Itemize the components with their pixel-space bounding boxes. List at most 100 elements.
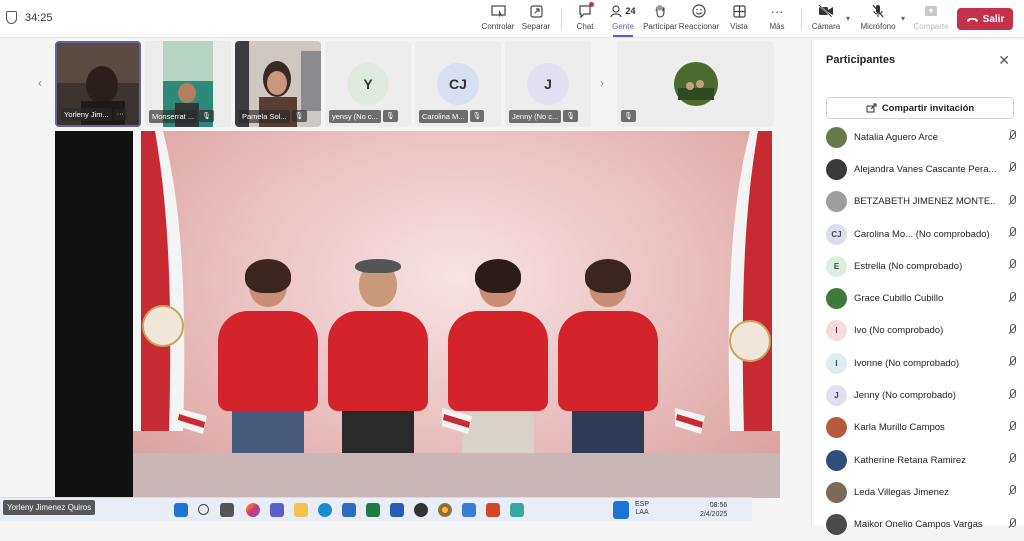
- mic-button[interactable]: Micrófono: [858, 3, 898, 35]
- chevron-right-icon[interactable]: ›: [600, 76, 604, 90]
- participant-row[interactable]: Natalia Aguero Arce: [826, 121, 1016, 153]
- tile-name: Monserrat ...: [149, 109, 198, 123]
- clock[interactable]: 08:56 2/4/2025: [700, 501, 727, 519]
- participant-name: Katherine Retana Ramirez: [854, 454, 966, 466]
- chevron-down-icon[interactable]: ▾: [846, 14, 850, 23]
- mic-off-icon: [1008, 227, 1016, 241]
- participant-row[interactable]: I Ivo (No comprobado): [826, 315, 1016, 347]
- share-invite-button[interactable]: Compartir invitación: [826, 97, 1014, 119]
- mic-off-icon: [1008, 130, 1016, 144]
- participant-row[interactable]: Leda Villegas Jimenez: [826, 476, 1016, 508]
- participant-row[interactable]: E Estrella (No comprobado): [826, 250, 1016, 282]
- excel-icon[interactable]: [366, 503, 380, 517]
- raise-hand-button[interactable]: Participar: [643, 3, 677, 35]
- people-button[interactable]: 24 Gente: [605, 3, 641, 37]
- more-button[interactable]: ··· Más: [764, 3, 790, 35]
- avatar: CJ: [826, 223, 847, 245]
- flag-image: [728, 131, 780, 431]
- edge-icon[interactable]: [318, 503, 332, 517]
- more-options-icon[interactable]: ···: [113, 108, 127, 120]
- participant-list: Natalia Aguero Arce Alejandra Vanes Casca…: [826, 121, 1016, 541]
- participant-row[interactable]: BETZABETH JIMENEZ MONTE...: [826, 186, 1016, 218]
- app-icon[interactable]: [510, 503, 524, 517]
- participant-row[interactable]: Grace Cubillo Cubillo: [826, 282, 1016, 314]
- participant-name: Karla Murillo Campos: [854, 422, 945, 434]
- participant-row[interactable]: Katherine Retana Ramirez: [826, 444, 1016, 476]
- chrome-icon[interactable]: [438, 503, 452, 517]
- mic-off-icon: 🎙: [563, 110, 579, 122]
- presenter-name-tag: Yorleny Jimenez Quiros: [3, 500, 96, 515]
- participant-row[interactable]: Karla Murillo Campos: [826, 412, 1016, 444]
- participant-tile[interactable]: Yorleny Jim... ···: [55, 41, 141, 127]
- search-icon[interactable]: [198, 504, 209, 515]
- windows-start-icon[interactable]: [174, 503, 188, 517]
- participants-panel: Participantes ✕ Compartir invitación Nat…: [811, 40, 1024, 536]
- mic-off-icon: 🎙: [469, 110, 485, 122]
- mic-off-icon: [1008, 291, 1016, 306]
- participant-row[interactable]: CJ Carolina Mo... (No comprobado): [826, 218, 1016, 250]
- copilot-icon[interactable]: [246, 503, 260, 517]
- share-screen-icon: [923, 3, 939, 19]
- participant-row[interactable]: Alejandra Vanes Cascante Pera...: [826, 153, 1016, 185]
- popout-button[interactable]: Separar: [520, 3, 552, 35]
- person-figure: [213, 259, 323, 453]
- participant-name: Natalia Aguero Arce: [854, 131, 938, 143]
- avatar: [826, 126, 847, 148]
- table-flag: [442, 408, 472, 434]
- media-player-icon[interactable]: [414, 503, 428, 517]
- participant-row[interactable]: J Jenny (No comprobado): [826, 379, 1016, 411]
- participant-row[interactable]: I Ivonne (No comprobado): [826, 347, 1016, 379]
- folder-icon[interactable]: [294, 503, 308, 517]
- participant-name: Carolina Mo... (No comprobado): [854, 228, 990, 240]
- mic-off-icon: [870, 3, 886, 19]
- control-button[interactable]: Controlar: [481, 3, 515, 35]
- camera-button[interactable]: Cámara: [810, 3, 842, 35]
- close-icon[interactable]: ✕: [998, 52, 1010, 69]
- task-view-icon[interactable]: [220, 503, 234, 517]
- shared-video: ✕: [133, 131, 780, 498]
- participant-name: Ivonne (No comprobado): [854, 357, 960, 369]
- avatar: I: [826, 352, 847, 374]
- avatar: [826, 481, 847, 503]
- table-flag: [177, 408, 207, 434]
- avatar: J: [826, 385, 847, 407]
- more-dots-icon: ···: [770, 3, 784, 19]
- meeting-timer: 34:25: [25, 12, 53, 24]
- word-icon[interactable]: [390, 503, 404, 517]
- app-icon[interactable]: [462, 503, 476, 517]
- popout-icon: [528, 3, 544, 19]
- teams-icon[interactable]: [270, 503, 284, 517]
- grid-view-icon: [731, 3, 747, 19]
- share-button[interactable]: Comparte: [912, 3, 950, 35]
- participant-name: Jenny (No comprobado): [854, 390, 956, 402]
- people-count: 24: [625, 6, 636, 16]
- participant-tile[interactable]: 🎙: [617, 41, 774, 127]
- participant-tile[interactable]: Y yensy (No c... 🎙: [325, 41, 411, 127]
- react-button[interactable]: Reaccionar: [679, 3, 719, 35]
- powerpoint-icon[interactable]: [486, 503, 500, 517]
- leave-button[interactable]: Salir: [957, 8, 1013, 30]
- participant-tile[interactable]: J Jenny (No c... 🎙: [505, 41, 591, 127]
- avatar: [826, 191, 847, 213]
- chevron-left-icon[interactable]: ‹: [38, 76, 42, 90]
- avatar: [826, 158, 847, 180]
- chat-button[interactable]: Chat: [571, 2, 599, 35]
- participant-tile[interactable]: CJ Carolina M... 🎙: [415, 41, 501, 127]
- mic-active-icon[interactable]: [613, 501, 629, 519]
- notification-dot: [589, 2, 594, 7]
- mic-off-icon: [1008, 323, 1016, 338]
- store-icon[interactable]: [342, 503, 356, 517]
- participant-tile[interactable]: Monserrat ... 🎙: [145, 41, 231, 127]
- chevron-down-icon[interactable]: ▾: [901, 14, 905, 23]
- language-indicator[interactable]: ESP LAA: [635, 501, 649, 517]
- avatar: [826, 449, 847, 471]
- view-button[interactable]: Vista: [726, 3, 752, 35]
- participant-tile[interactable]: Pamela Sol... 🎙: [235, 41, 321, 127]
- table-flag: [675, 408, 705, 434]
- mic-off-icon: [1008, 162, 1016, 176]
- tile-name: yensy (No c...: [329, 109, 381, 123]
- mic-off-icon: 🎙: [199, 110, 214, 122]
- person-figure: [323, 259, 433, 453]
- share-icon: [866, 103, 877, 113]
- phone-hangup-icon: [966, 17, 978, 22]
